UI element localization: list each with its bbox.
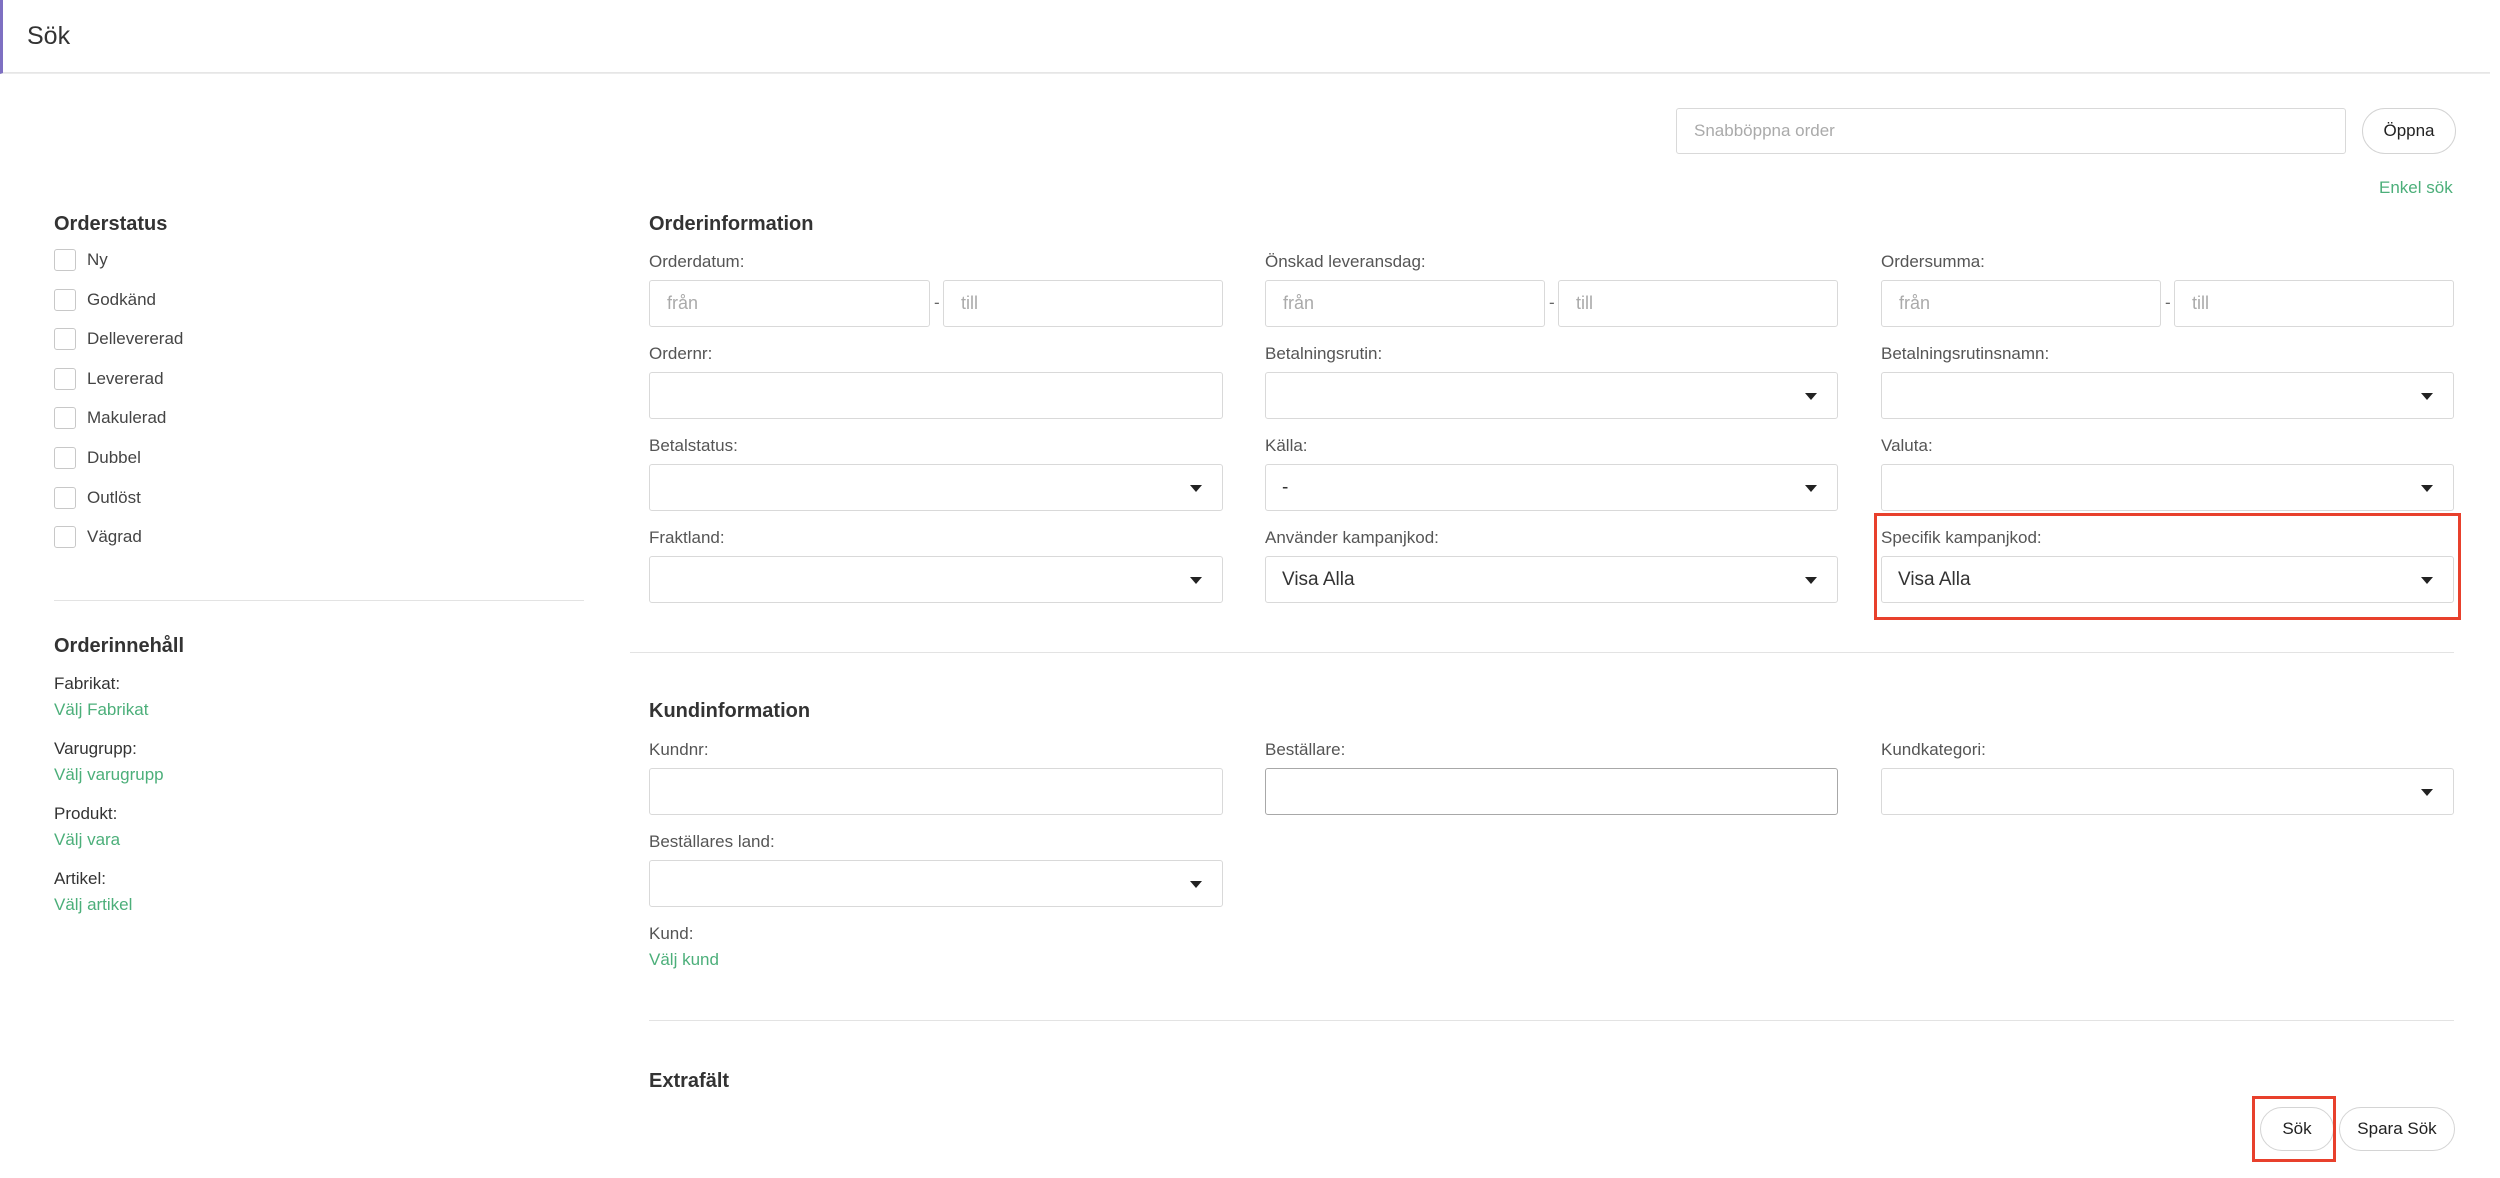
page-title: Sök: [27, 22, 71, 50]
order-nr-label: Ordernr:: [649, 344, 713, 363]
order-nr-input[interactable]: [649, 372, 1223, 419]
manufacturer-label: Fabrikat:: [54, 674, 121, 693]
orderer-country-label: Beställares land:: [649, 832, 775, 851]
uses-campaign-code-select[interactable]: Visa Alla: [1265, 556, 1838, 603]
payment-routine-label: Betalningsrutin:: [1265, 344, 1383, 363]
checkbox[interactable]: [54, 407, 76, 429]
chevron-down-icon: [2421, 485, 2433, 492]
article-label: Artikel:: [54, 869, 106, 888]
extra-fields-title: Extrafält: [649, 1070, 730, 1092]
search-button-highlight: [2252, 1096, 2336, 1162]
order-date-separator: -: [934, 293, 940, 312]
order-info-divider: [630, 652, 2454, 653]
uses-campaign-code-label: Använder kampanjkod:: [1265, 528, 1439, 547]
chevron-down-icon: [1190, 485, 1202, 492]
select-product-link[interactable]: Välj vara: [54, 830, 120, 850]
order-sum-to-input[interactable]: till: [2174, 280, 2454, 327]
checkbox[interactable]: [54, 249, 76, 271]
orderer-country-select[interactable]: [649, 860, 1223, 907]
checkbox[interactable]: [54, 289, 76, 311]
open-button[interactable]: Öppna: [2362, 108, 2456, 154]
order-date-label: Orderdatum:: [649, 252, 745, 271]
currency-select[interactable]: [1881, 464, 2454, 511]
source-select[interactable]: -: [1265, 464, 1838, 511]
orderer-label: Beställare:: [1265, 740, 1346, 759]
save-search-button[interactable]: Spara Sök: [2339, 1107, 2455, 1151]
quick-open-input[interactable]: Snabböppna order: [1676, 108, 2346, 154]
product-group-label: Varugrupp:: [54, 739, 137, 758]
simple-search-link[interactable]: Enkel sök: [2379, 178, 2453, 198]
customer-nr-label: Kundnr:: [649, 740, 709, 759]
customer-info-divider: [649, 1020, 2454, 1021]
payment-status-select[interactable]: [649, 464, 1223, 511]
checkbox[interactable]: [54, 447, 76, 469]
order-status-title: Orderstatus: [54, 213, 168, 235]
chevron-down-icon: [1805, 485, 1817, 492]
chevron-down-icon: [1805, 393, 1817, 400]
delivery-date-from-input[interactable]: från: [1265, 280, 1545, 327]
chevron-down-icon: [1805, 577, 1817, 584]
customer-nr-input[interactable]: [649, 768, 1223, 815]
product-label: Produkt:: [54, 804, 118, 823]
checkbox[interactable]: [54, 526, 76, 548]
order-sum-from-input[interactable]: från: [1881, 280, 2161, 327]
campaign-code-highlight: [1874, 513, 2461, 620]
payment-routine-select[interactable]: [1265, 372, 1838, 419]
select-article-link[interactable]: Välj artikel: [54, 895, 132, 915]
delivery-date-separator: -: [1549, 293, 1555, 312]
order-content-title: Orderinnehåll: [54, 635, 185, 657]
orderer-input[interactable]: [1265, 768, 1838, 815]
payment-routine-name-select[interactable]: [1881, 372, 2454, 419]
delivery-date-label: Önskad leveransdag:: [1265, 252, 1426, 271]
chevron-down-icon: [1190, 577, 1202, 584]
order-date-from-input[interactable]: från: [649, 280, 930, 327]
chevron-down-icon: [1190, 881, 1202, 888]
sidebar-divider: [54, 600, 584, 601]
customer-info-title: Kundinformation: [649, 700, 811, 722]
customer-category-select[interactable]: [1881, 768, 2454, 815]
shipping-country-label: Fraktland:: [649, 528, 725, 547]
page-header: Sök: [0, 0, 2490, 74]
source-label: Källa:: [1265, 436, 1308, 455]
order-info-title: Orderinformation: [649, 213, 814, 235]
currency-label: Valuta:: [1881, 436, 1933, 455]
payment-status-label: Betalstatus:: [649, 436, 738, 455]
select-customer-link[interactable]: Välj kund: [649, 950, 719, 970]
order-sum-separator: -: [2165, 293, 2171, 312]
select-product-group-link[interactable]: Välj varugrupp: [54, 765, 164, 785]
payment-routine-name-label: Betalningsrutinsnamn:: [1881, 344, 2050, 363]
customer-label: Kund:: [649, 924, 694, 943]
customer-category-label: Kundkategori:: [1881, 740, 1986, 759]
delivery-date-to-input[interactable]: till: [1558, 280, 1838, 327]
order-date-to-input[interactable]: till: [943, 280, 1223, 327]
chevron-down-icon: [2421, 393, 2433, 400]
select-manufacturer-link[interactable]: Välj Fabrikat: [54, 700, 148, 720]
checkbox[interactable]: [54, 368, 76, 390]
chevron-down-icon: [2421, 789, 2433, 796]
checkbox[interactable]: [54, 487, 76, 509]
checkbox[interactable]: [54, 328, 76, 350]
order-sum-label: Ordersumma:: [1881, 252, 1985, 271]
shipping-country-select[interactable]: [649, 556, 1223, 603]
